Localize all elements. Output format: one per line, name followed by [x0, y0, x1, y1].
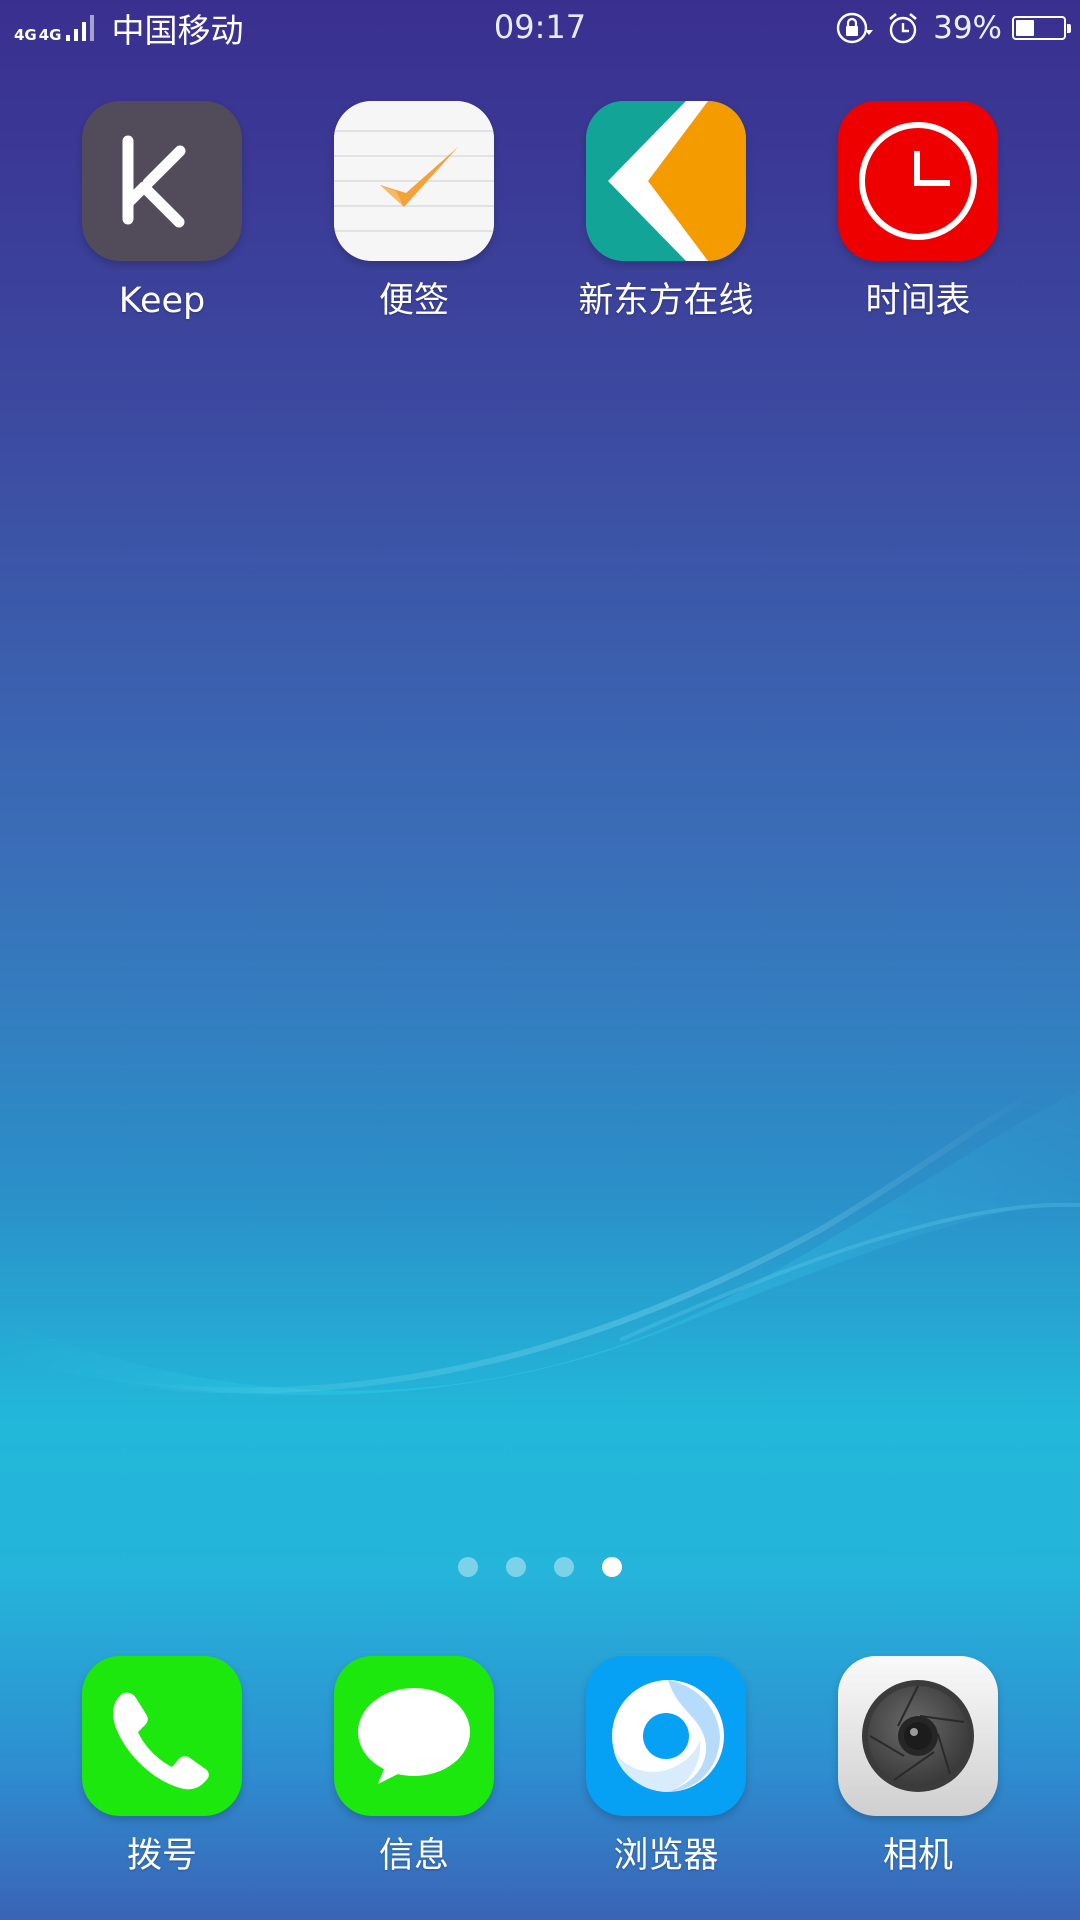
page-indicator[interactable] — [0, 1557, 1080, 1579]
battery-percentage: 39% — [933, 10, 1002, 46]
phone-icon — [82, 1656, 242, 1816]
battery-icon — [1012, 16, 1071, 40]
browser-icon — [586, 1656, 746, 1816]
app-label: 新东方在线 — [578, 281, 754, 321]
battery-level-fill — [1016, 20, 1034, 36]
battery-nub — [1067, 24, 1071, 33]
app-label: 时间表 — [865, 281, 971, 321]
page-dot-4[interactable] — [602, 1557, 622, 1577]
page-dot-2[interactable] — [506, 1557, 526, 1577]
dock-app-messages[interactable]: 信息 — [304, 1656, 524, 1878]
dock-app-camera[interactable]: 相机 — [808, 1656, 1028, 1878]
app-label: 浏览器 — [613, 1836, 719, 1876]
app-label: Keep — [118, 281, 206, 321]
dock-app-browser[interactable]: 浏览器 — [556, 1656, 776, 1878]
alarm-icon — [889, 13, 917, 44]
keep-icon — [82, 101, 242, 261]
page-dot-3[interactable] — [554, 1557, 574, 1577]
app-keep[interactable]: Keep — [52, 101, 272, 323]
message-icon — [334, 1656, 494, 1816]
koolearn-icon — [586, 101, 746, 261]
app-label: 相机 — [882, 1836, 953, 1876]
notes-icon — [334, 101, 494, 261]
app-label: 拨号 — [126, 1836, 197, 1876]
dock-app-phone[interactable]: 拨号 — [52, 1656, 272, 1878]
page-dot-1[interactable] — [458, 1557, 478, 1577]
app-koolearn[interactable]: 新东方在线 — [556, 101, 776, 323]
camera-icon — [838, 1656, 998, 1816]
app-label: 便签 — [378, 281, 449, 321]
status-bar: 4G 4G 中国移动 09:17 39% — [0, 0, 1080, 56]
clock-icon — [838, 101, 998, 261]
app-notes[interactable]: 便签 — [304, 101, 524, 323]
app-timetable[interactable]: 时间表 — [808, 101, 1028, 323]
rotation-lock-icon — [836, 12, 874, 44]
app-label: 信息 — [378, 1836, 449, 1876]
status-right: 39% — [835, 8, 1071, 48]
